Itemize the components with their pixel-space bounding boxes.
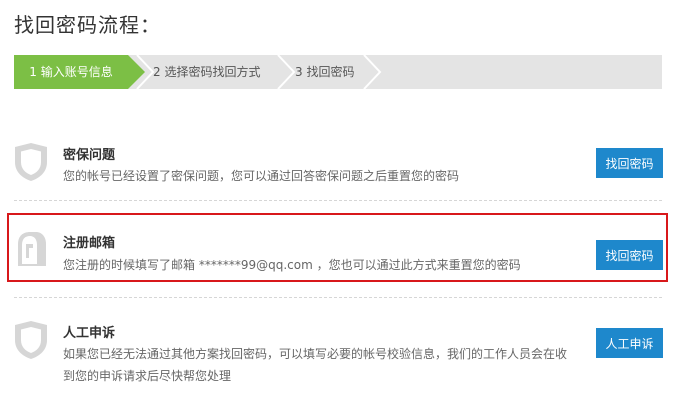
option-title: 人工申诉 [63, 326, 116, 341]
chevron-right-icon [363, 55, 382, 89]
option-title: 密保问题 [63, 148, 116, 163]
divider [14, 297, 662, 298]
step-1-label: 1 输入账号信息 [29, 65, 113, 79]
option-description: 如果您已经无法通过其他方案找回密码，可以填写必要的帐号校验信息，我们的工作人员会… [63, 347, 568, 383]
option-description: 您的帐号已经设置了密保问题，您可以通过回答密保问题之后重置您的密码 [63, 169, 460, 183]
page-title: 找回密码流程： [14, 13, 161, 37]
step-3-label: 3 找回密码 [295, 65, 355, 79]
shield-icon [15, 321, 47, 359]
recover-password-button[interactable]: 找回密码 [596, 148, 663, 178]
step-3: 3 找回密码 [295, 55, 354, 89]
progress-steps: 1 输入账号信息 2 选择密码找回方式 3 找回密码 [14, 55, 662, 89]
recover-password-button[interactable]: 找回密码 [596, 240, 663, 270]
shield-icon [15, 143, 47, 181]
option-title: 注册邮箱 [63, 236, 116, 251]
option-description: 您注册的时候填写了邮箱 *******99@qq.com ，您也可以通过此方式来… [63, 258, 521, 272]
step-2: 2 选择密码找回方式 [153, 55, 260, 89]
step-2-label: 2 选择密码找回方式 [153, 65, 261, 79]
manual-appeal-button[interactable]: 人工申诉 [596, 328, 663, 358]
mailbox-icon [18, 232, 46, 266]
chevron-right-icon [277, 55, 296, 89]
step-1-active: 1 输入账号信息 [14, 55, 145, 89]
divider [14, 200, 662, 201]
chevron-right-icon [136, 55, 155, 89]
